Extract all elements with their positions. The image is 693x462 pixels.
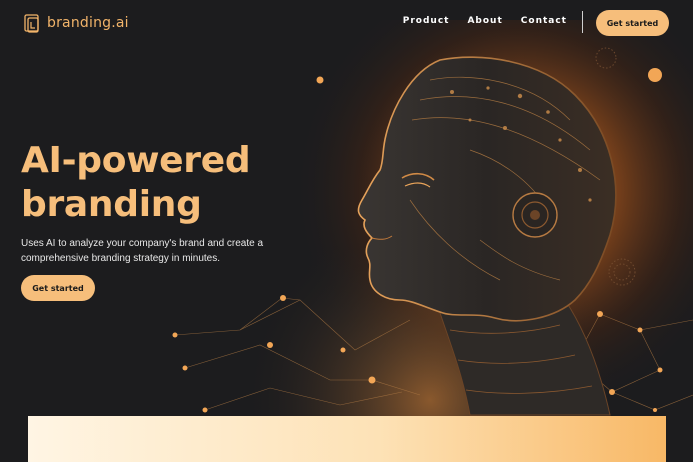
brand-name: branding.ai: [47, 15, 129, 31]
brand-logo-link[interactable]: branding.ai: [24, 12, 129, 34]
header-get-started-button[interactable]: Get started: [596, 10, 669, 36]
logo-mark-icon: [24, 14, 39, 33]
hero-get-started-button[interactable]: Get started: [21, 275, 95, 301]
nav-link-about[interactable]: About: [467, 16, 502, 26]
hero-title-line-2: branding: [21, 184, 202, 225]
hero-robot-illustration: [172, 20, 693, 420]
nav-link-contact[interactable]: Contact: [521, 16, 567, 26]
site-header: branding.ai Product About Contact Get st…: [0, 0, 693, 46]
main-nav: Product About Contact: [403, 16, 567, 26]
nav-link-product[interactable]: Product: [403, 16, 450, 26]
hero-subtitle: Uses AI to analyze your company's brand …: [21, 238, 264, 264]
next-section-panel: [28, 416, 666, 462]
nav-divider: [582, 11, 583, 33]
hero-title-line-1: AI-powered: [21, 140, 251, 181]
hero-title: AI-powered branding: [21, 139, 251, 227]
